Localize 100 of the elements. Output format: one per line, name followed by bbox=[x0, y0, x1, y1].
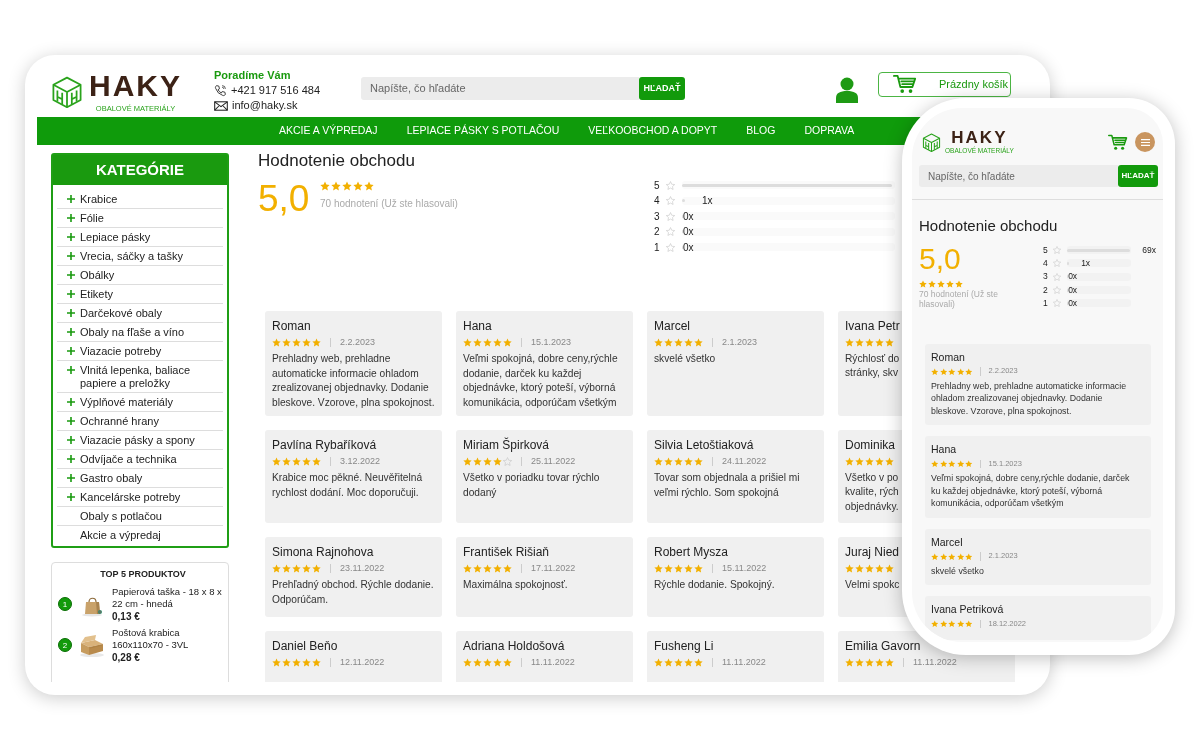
rating-count: 0x bbox=[1068, 270, 1078, 284]
product-link[interactable]: Poštová krabica 160x110x70 - 3VL bbox=[112, 626, 227, 651]
email-link[interactable]: info@haky.sk bbox=[232, 98, 298, 113]
nav-link[interactable]: DOPRAVA bbox=[804, 123, 855, 139]
nav-link[interactable]: VEĽKOOBCHOD A DOPYT bbox=[588, 123, 718, 139]
star-icon bbox=[1053, 286, 1062, 295]
search-field[interactable]: Napíšte, čo hľadáte bbox=[361, 77, 639, 100]
star-icon bbox=[312, 657, 321, 667]
star-icon bbox=[865, 337, 874, 347]
reviewer-name: Marcel bbox=[654, 317, 690, 335]
phone-number[interactable]: +421 917 516 484 bbox=[231, 83, 320, 98]
star-icon bbox=[272, 657, 281, 667]
star-icon bbox=[654, 657, 663, 667]
category-link[interactable]: Gastro obaly bbox=[80, 472, 143, 485]
category-link[interactable]: Darčekové obaly bbox=[80, 307, 162, 320]
nav-link[interactable]: AKCIE A VÝPREDAJ bbox=[279, 123, 378, 139]
nav-link[interactable]: LEPIACE PÁSKY S POTLAČOU bbox=[406, 123, 560, 139]
category-link[interactable]: Etikety bbox=[80, 288, 113, 301]
category-link[interactable]: Viazacie pásky a spony bbox=[80, 434, 195, 447]
review-text: Krabice moc pěkné. Neuvěřitelná rychlost dodání. Moc doporučuji. bbox=[272, 471, 424, 500]
search-button[interactable]: HĽADAŤ bbox=[1118, 165, 1158, 187]
category-link[interactable]: Fólie bbox=[80, 212, 104, 225]
star-icon bbox=[292, 657, 301, 667]
rating-count: 0x bbox=[683, 209, 694, 224]
cart-button[interactable]: Prázdny košík bbox=[878, 72, 1011, 97]
review-date: 12.11.2022 bbox=[330, 657, 385, 668]
logo-icon bbox=[922, 132, 941, 152]
star-icon bbox=[473, 563, 482, 573]
star-icon bbox=[493, 456, 502, 466]
star-icon bbox=[664, 337, 673, 347]
category-link[interactable]: Vlnitá lepenka, baliace papiere a preložky bbox=[80, 364, 220, 390]
star-icon bbox=[1053, 259, 1062, 268]
rating-count: 0x bbox=[1068, 283, 1078, 297]
rating-count: 0x bbox=[683, 240, 694, 255]
star-icon bbox=[885, 657, 894, 667]
category-link[interactable]: Ochranné hrany bbox=[80, 415, 159, 428]
rating-count: 1x bbox=[1081, 257, 1091, 270]
review-date: 25.11.2022 bbox=[521, 456, 576, 467]
reviewer-name: Ivana Petriková bbox=[931, 602, 1004, 617]
reviewer-name: Pavlína Rybaříková bbox=[272, 436, 377, 454]
rating-score: 5,0 bbox=[258, 179, 311, 217]
review-date: 11.11.2022 bbox=[712, 657, 766, 668]
star-icon bbox=[664, 456, 673, 466]
star-icon bbox=[483, 657, 492, 667]
search-button[interactable]: HĽADAŤ bbox=[639, 77, 685, 100]
category-link[interactable]: Obaly s potlačou bbox=[80, 510, 162, 523]
review-text: skvelé všetko bbox=[931, 564, 984, 577]
star-icon bbox=[666, 242, 675, 252]
category-link[interactable]: Výplňové materiály bbox=[80, 396, 173, 409]
reviewer-name: Fusheng Li bbox=[654, 637, 714, 655]
star-icon bbox=[875, 456, 884, 466]
category-link[interactable]: Viazacie potreby bbox=[80, 345, 162, 358]
review-text: Prehľadný obchod. Rýchle dodanie. Odporúčam. bbox=[272, 578, 435, 607]
category-link[interactable]: Kancelárske potreby bbox=[80, 491, 181, 504]
star-icon bbox=[282, 657, 291, 667]
rating-count: 0x bbox=[1068, 296, 1078, 310]
star-icon bbox=[463, 337, 472, 347]
star-icon bbox=[684, 657, 693, 667]
star-icon bbox=[473, 456, 482, 466]
star-icon bbox=[292, 456, 301, 466]
search-field[interactable]: Napíšte, čo hľadáte bbox=[919, 165, 1118, 187]
review-date: 24.11.2022 bbox=[712, 456, 767, 467]
category-link[interactable]: Obálky bbox=[80, 269, 115, 282]
star-icon bbox=[463, 563, 472, 573]
star-icon bbox=[463, 456, 472, 466]
star-icon bbox=[674, 337, 683, 347]
phone-icon bbox=[214, 84, 227, 97]
category-link[interactable]: Krabice bbox=[80, 193, 118, 206]
rating-label: 3 bbox=[1043, 270, 1049, 284]
reviewer-name: Adriana Holdošová bbox=[463, 637, 565, 655]
star-icon bbox=[684, 337, 693, 347]
category-link[interactable]: Obaly na fľaše a víno bbox=[80, 326, 185, 339]
nav-link[interactable]: BLOG bbox=[746, 123, 776, 139]
panel-title: KATEGÓRIE bbox=[53, 155, 227, 185]
star-icon bbox=[674, 456, 683, 466]
review-text: skvelé všetko bbox=[654, 352, 716, 367]
product-link[interactable]: Papierová taška - 18 x 8 x 22 cm - hnedá bbox=[112, 585, 227, 610]
star-icon bbox=[855, 563, 864, 573]
star-icon bbox=[885, 337, 894, 347]
menu-button[interactable] bbox=[1135, 132, 1155, 152]
cart-icon[interactable] bbox=[1108, 133, 1128, 151]
page-title: Hodnotenie obchodu bbox=[258, 150, 415, 172]
review-text: Rýchle dodanie. Spokojný. bbox=[654, 578, 775, 593]
user-icon[interactable] bbox=[836, 77, 858, 103]
star-icon bbox=[302, 337, 311, 347]
category-link[interactable]: Odvíjače a technika bbox=[80, 453, 177, 466]
star-icon bbox=[331, 180, 341, 191]
star-icon bbox=[664, 563, 673, 573]
category-link[interactable]: Lepiace pásky bbox=[80, 231, 151, 244]
star-icon bbox=[885, 563, 894, 573]
star-icon bbox=[493, 563, 502, 573]
category-link[interactable]: Vrecia, sáčky a tašky bbox=[80, 250, 183, 263]
review-text: Maximálna spokojnosť. bbox=[463, 578, 568, 593]
reviewer-name: Marcel bbox=[931, 534, 963, 550]
rating-count-text: 70 hodnotení (Už ste hlasovali) bbox=[919, 288, 999, 309]
category-link[interactable]: Akcie a výpredaj bbox=[80, 529, 161, 542]
star-icon bbox=[845, 337, 854, 347]
star-icon bbox=[845, 456, 854, 466]
star-icon bbox=[865, 456, 874, 466]
panel-title: TOP 5 PRODUKTOV bbox=[99, 568, 187, 581]
